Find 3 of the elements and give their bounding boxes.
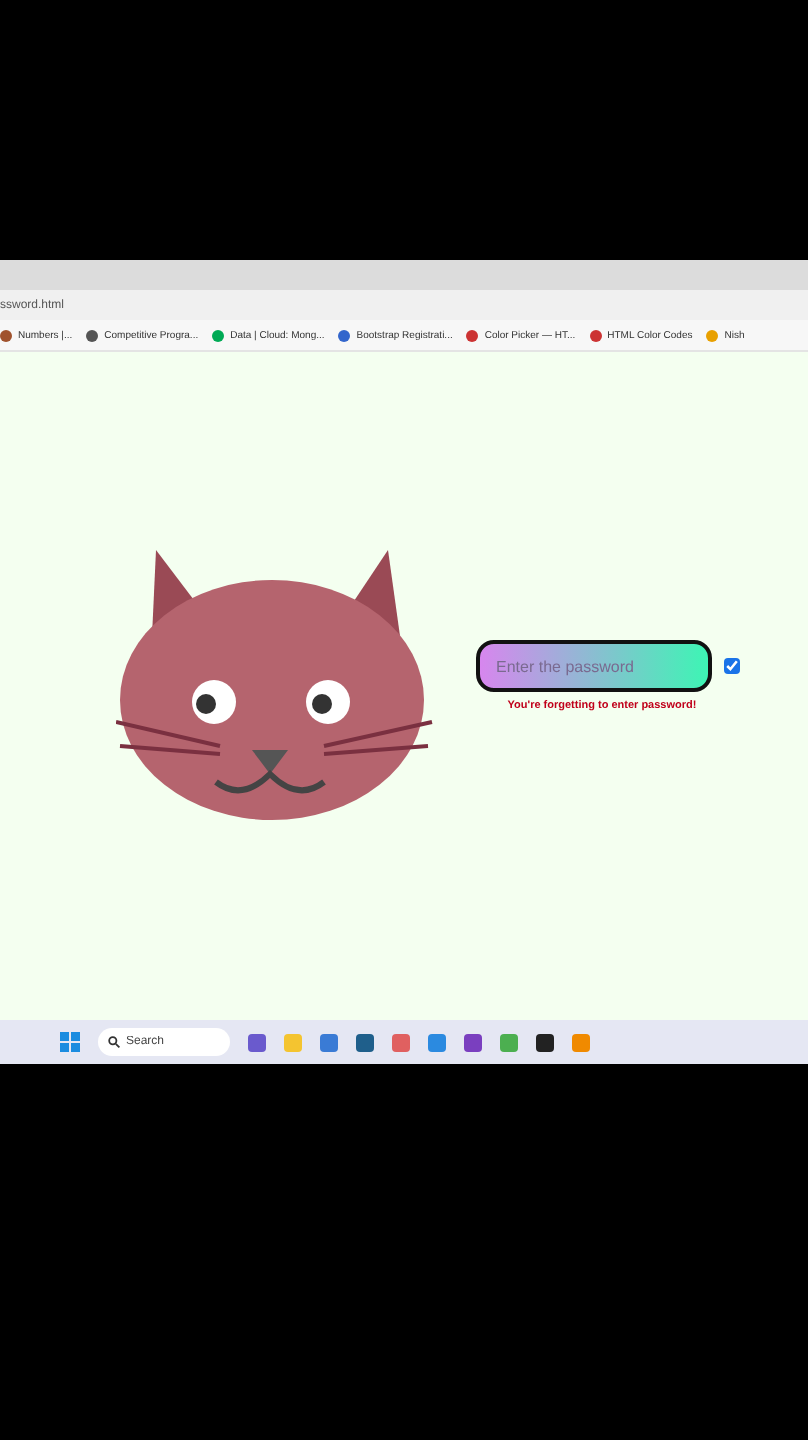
- windows-start-icon[interactable]: [60, 1032, 80, 1052]
- show-password-checkbox[interactable]: [724, 658, 740, 674]
- password-field[interactable]: Enter the password: [476, 640, 712, 692]
